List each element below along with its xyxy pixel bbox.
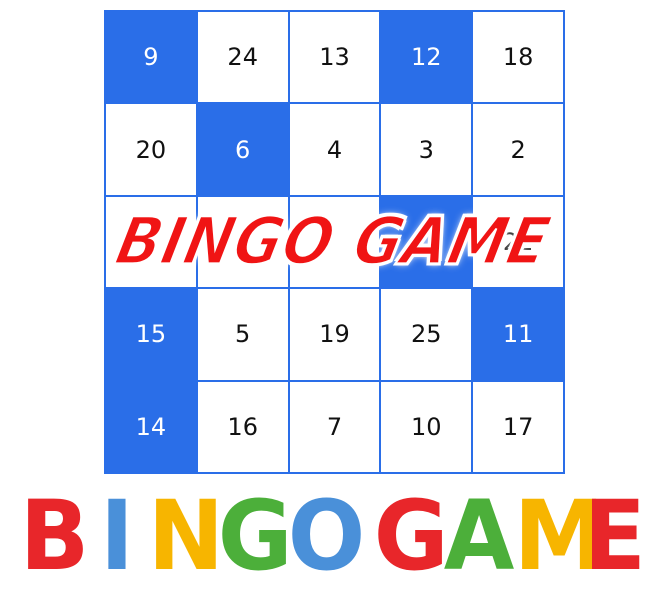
bingo-cell[interactable]: 2 [473, 104, 563, 195]
logo-letter: I [99, 480, 134, 592]
bingo-cell[interactable]: 5 [197, 289, 288, 380]
bingo-board: 9 24 13 12 18 20 6 4 3 2 8 22 15 5 19 25 11 14 16 7 10 17 [104, 10, 565, 474]
bingo-cell[interactable] [197, 196, 288, 288]
bingo-cell[interactable]: 15 [106, 289, 196, 380]
bingo-cell[interactable]: 10 [381, 381, 472, 472]
bingo-cell[interactable]: 14 [106, 381, 196, 472]
bingo-cell[interactable]: 12 [381, 12, 472, 103]
bingo-cell[interactable]: 16 [197, 381, 288, 472]
bingo-cell[interactable] [381, 196, 472, 288]
bingo-cell[interactable]: 20 [106, 104, 196, 195]
bingo-cell[interactable]: 8 [106, 196, 196, 288]
logo-letter: B [19, 480, 90, 592]
bingo-cell[interactable]: 19 [289, 289, 380, 380]
logo-letter: G [217, 480, 293, 592]
logo-letter: G [374, 480, 450, 592]
bingo-cell[interactable]: 25 [381, 289, 472, 380]
bingo-game-logo: BINGOGAME [18, 488, 648, 584]
bingo-cell[interactable]: 24 [197, 12, 288, 103]
bingo-cell[interactable]: 17 [473, 381, 563, 472]
bingo-cell[interactable]: 13 [289, 12, 380, 103]
bingo-cell[interactable]: 22 [473, 196, 563, 288]
logo-letter: N [147, 480, 224, 592]
logo-letter: E [584, 480, 647, 592]
bingo-cell[interactable] [289, 196, 380, 288]
bingo-cell[interactable]: 11 [473, 289, 563, 380]
logo-letter: O [287, 480, 366, 592]
bingo-cell[interactable]: 6 [197, 104, 288, 195]
bingo-cell[interactable]: 7 [289, 381, 380, 472]
logo-letter: A [444, 480, 515, 592]
bingo-cell[interactable]: 18 [473, 12, 563, 103]
bingo-cell[interactable]: 3 [381, 104, 472, 195]
bingo-cell[interactable]: 9 [106, 12, 196, 103]
bingo-cell[interactable]: 4 [289, 104, 380, 195]
logo-letter: M [514, 480, 605, 592]
